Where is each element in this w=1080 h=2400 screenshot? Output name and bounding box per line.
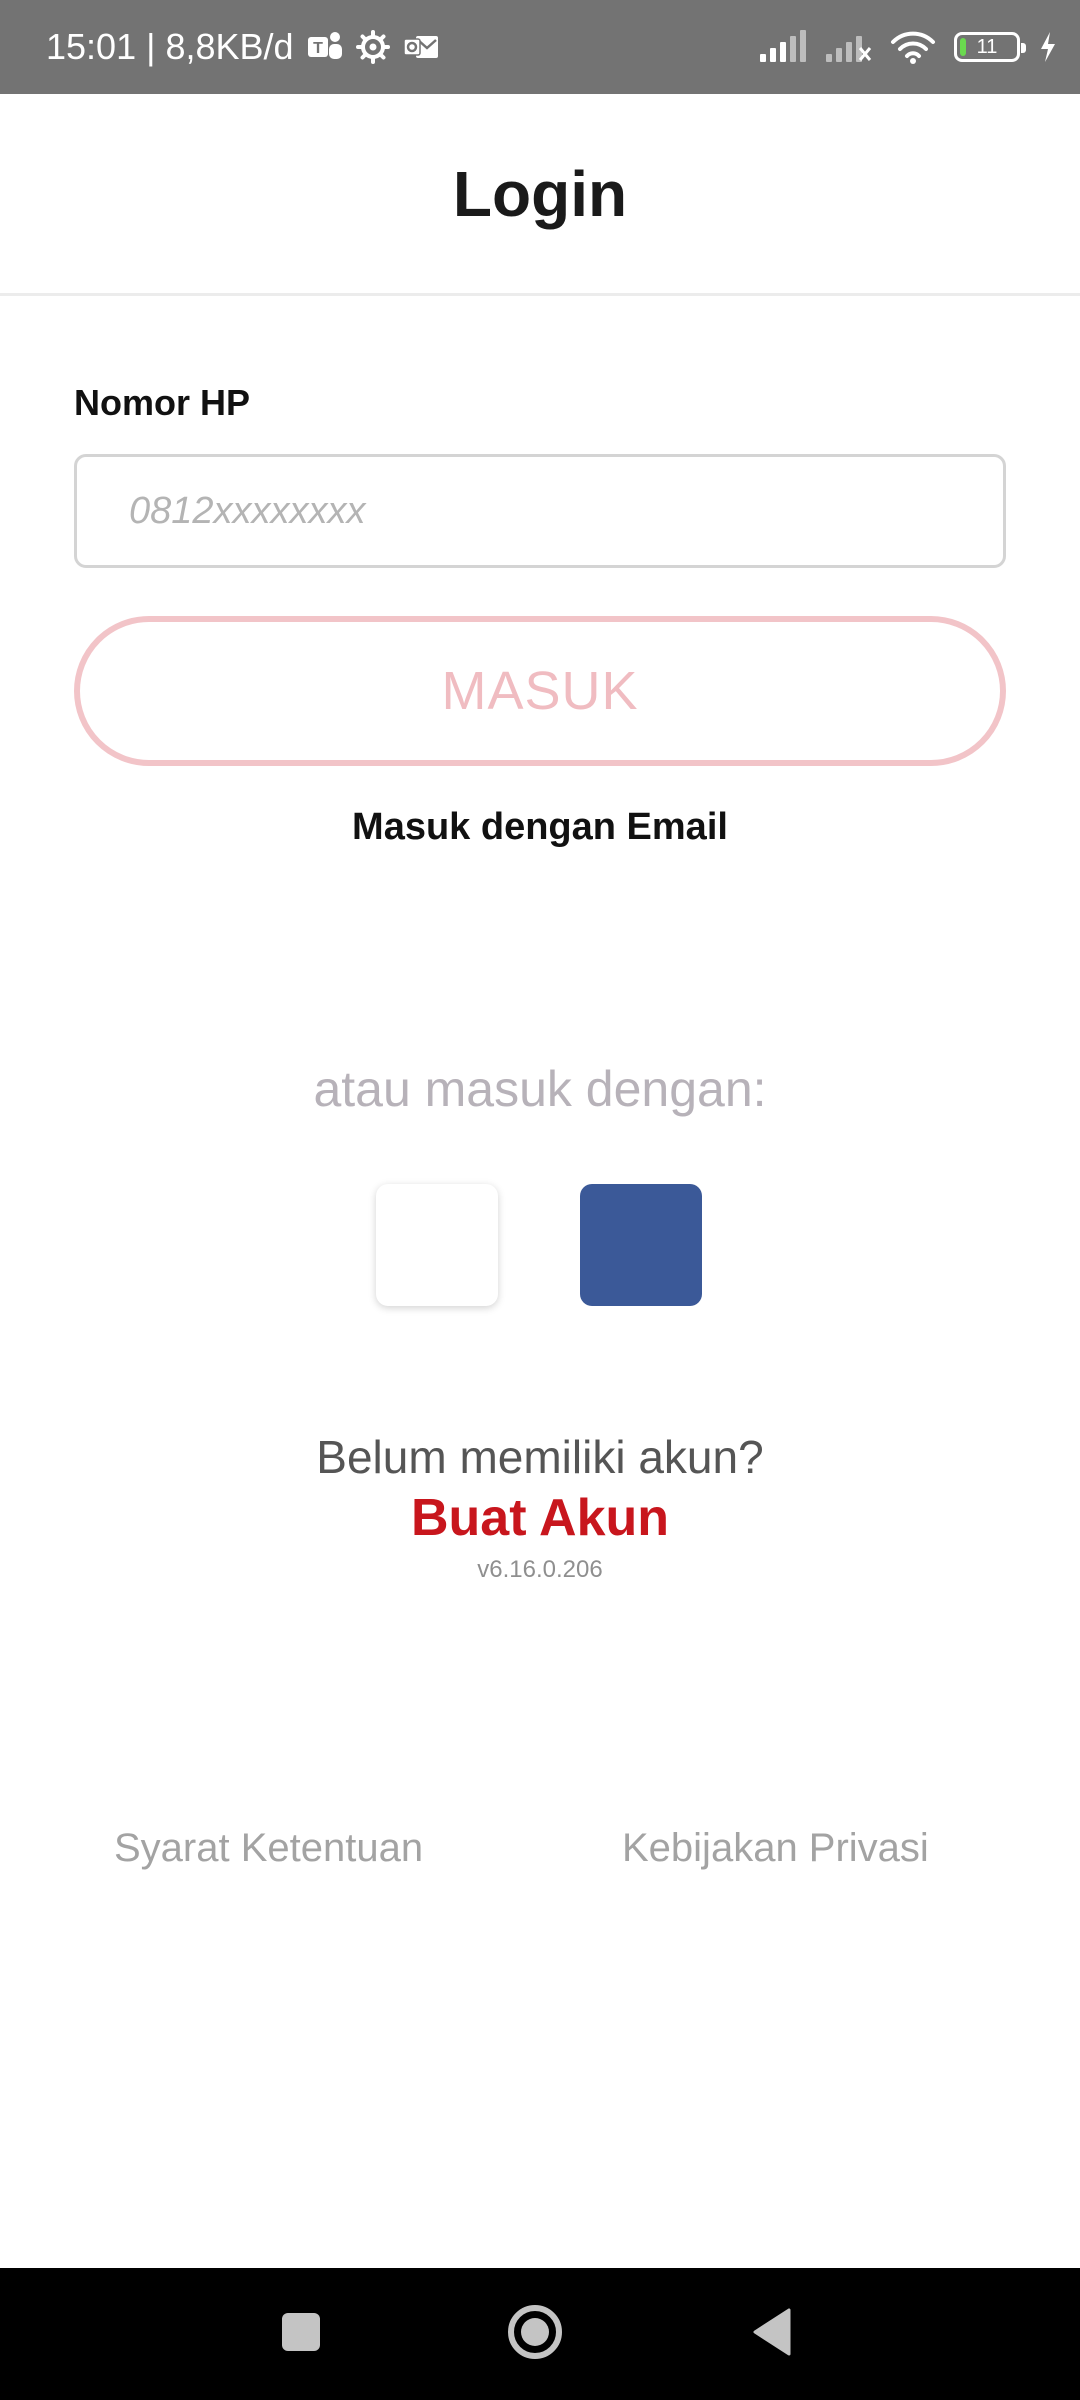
battery-icon: 11 — [954, 32, 1026, 62]
wifi-icon — [890, 30, 936, 64]
status-right: 11 — [758, 0, 1058, 94]
phone-label: Nomor HP — [74, 382, 251, 423]
home-button[interactable] — [475, 2268, 595, 2400]
signal-off-icon — [824, 30, 872, 64]
privacy-link[interactable]: Kebijakan Privasi — [622, 1826, 929, 1871]
signup-prompt: Belum memiliki akun? — [316, 1431, 764, 1483]
status-left: 15:01 | 8,8KB/d T — [46, 0, 440, 94]
back-button[interactable] — [712, 2268, 832, 2400]
facebook-login-button[interactable] — [580, 1184, 702, 1306]
gear-icon — [355, 30, 390, 64]
phone-input[interactable] — [74, 454, 1006, 568]
email-login-link[interactable]: Masuk dengan Email — [0, 806, 1080, 849]
google-login-button[interactable] — [376, 1184, 498, 1306]
create-account-link[interactable]: Buat Akun — [0, 1488, 1080, 1548]
svg-text:T: T — [313, 40, 323, 57]
signal-icon — [758, 30, 806, 64]
navigation-bar — [0, 2268, 1080, 2400]
teams-icon: T — [306, 29, 344, 65]
back-icon — [751, 2307, 793, 2362]
page-title: Login — [452, 157, 628, 230]
app-header: Login — [0, 94, 1080, 296]
alt-login-prompt: atau masuk dengan: — [313, 1061, 767, 1117]
terms-link[interactable]: Syarat Ketentuan — [114, 1826, 423, 1871]
battery-fill — [960, 38, 966, 56]
login-button[interactable]: MASUK — [74, 616, 1006, 766]
home-icon — [506, 2303, 564, 2366]
status-bar: 15:01 | 8,8KB/d T 11 — [0, 0, 1080, 94]
recents-button[interactable] — [241, 2268, 361, 2400]
recents-icon — [281, 2312, 321, 2357]
charging-icon — [1038, 30, 1058, 64]
status-time-speed: 15:01 | 8,8KB/d — [46, 26, 294, 67]
version-label: v6.16.0.206 — [477, 1556, 603, 1583]
battery-level: 11 — [976, 36, 998, 58]
outlook-icon — [402, 30, 440, 64]
